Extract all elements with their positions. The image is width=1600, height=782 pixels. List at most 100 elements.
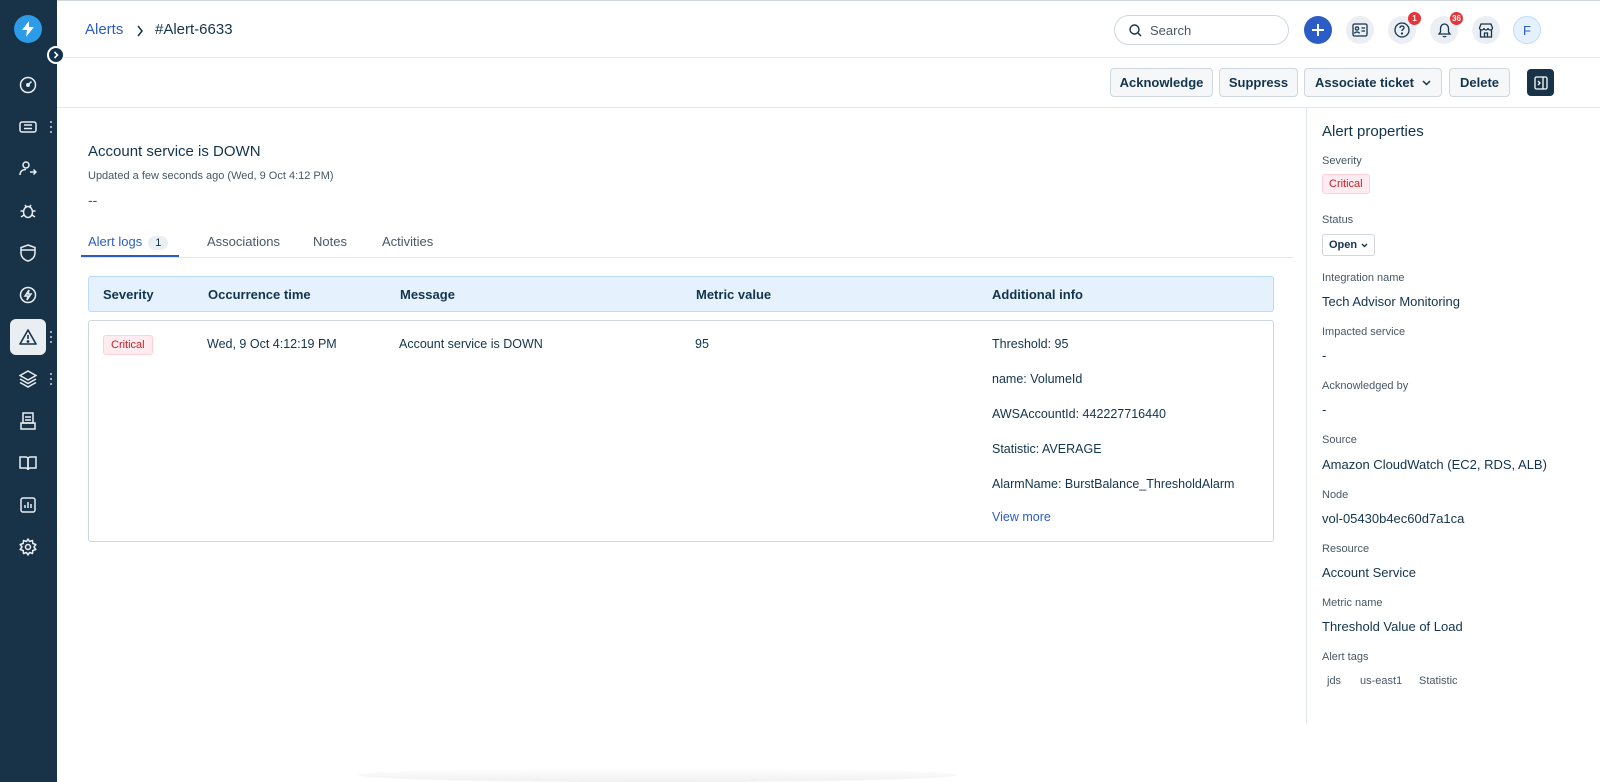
alert-description: -- [88,192,98,208]
metric-name-value: Threshold Value of Load [1322,619,1463,634]
tab-associations[interactable]: Associations [207,234,280,249]
search-placeholder: Search [1150,22,1192,38]
bottom-shadow [357,768,957,782]
column-header-occurrence-time: Occurrence time [208,287,311,302]
active-tab-indicator [81,255,179,257]
help-button[interactable]: 1 [1388,12,1421,44]
sidebar [0,0,57,782]
layers-icon[interactable] [10,361,46,397]
impacted-service-label: Impacted service [1322,326,1406,338]
notifications-button[interactable]: 36 [1430,12,1463,44]
column-header-message: Message [400,287,455,302]
alerts-more-icon[interactable] [49,331,53,343]
app-logo-icon[interactable] [14,15,42,43]
status-select[interactable]: Open [1322,234,1376,256]
column-header-metric-value: Metric value [696,287,772,302]
alert-updated-time: Updated a few seconds ago (Wed, 9 Oct 4:… [88,170,334,182]
severity-badge: Critical [103,335,153,355]
toggle-properties-panel-button[interactable] [1527,69,1554,96]
add-new-button[interactable] [1304,16,1332,44]
alert-tabs: Alert logs 1 Associations Notes Activitie… [81,228,1293,258]
action-toolbar: Acknowledge Suppress Associate ticket De… [57,58,1600,108]
tab-alert-logs-label: Alert logs [88,234,143,249]
integration-name-value: Tech Advisor Monitoring [1322,294,1461,309]
shield-icon[interactable] [10,235,46,271]
info-alarm-name: AlarmName: BurstBalance_ThresholdAlarm [992,477,1235,491]
marketplace-button[interactable] [1472,16,1500,44]
breadcrumb-current: #Alert-6633 [155,21,233,38]
alert-tags-label: Alert tags [1322,651,1369,663]
breadcrumb-chevron-icon [136,24,144,41]
message-cell: Account service is DOWN [399,337,543,351]
tab-alert-logs[interactable]: Alert logs 1 [88,234,169,250]
tab-activities[interactable]: Activities [382,234,433,249]
info-aws-account-id: AWSAccountId: 442227716440 [992,407,1166,421]
settings-gear-icon[interactable] [10,529,46,565]
delete-button[interactable]: Delete [1449,68,1510,97]
contact-card-icon [1352,23,1368,37]
alert-title: Account service is DOWN [88,143,261,160]
column-header-severity: Severity [103,287,154,302]
notifications-badge: 36 [1450,12,1463,25]
info-threshold: Threshold: 95 [992,337,1069,351]
tab-alert-logs-count: 1 [148,236,169,250]
lightning-icon[interactable] [10,277,46,313]
bell-icon [1437,23,1451,38]
acknowledged-by-label: Acknowledged by [1322,380,1409,392]
source-value: Amazon CloudWatch (EC2, RDS, ALB) [1322,457,1547,472]
panel-toggle-icon [1533,75,1548,90]
column-header-additional-info: Additional info [992,287,1083,302]
alert-tag: jds [1327,675,1342,687]
tickets-icon[interactable] [10,109,46,145]
alert-properties-panel: Alert properties Severity Critical Statu… [1306,108,1600,724]
view-more-link[interactable]: View more [992,510,1051,524]
inbox-icon[interactable] [10,403,46,439]
help-icon [1394,22,1410,38]
occurrence-time-cell: Wed, 9 Oct 4:12:19 PM [207,337,337,351]
status-value: Open [1329,239,1358,251]
contact-card-button[interactable] [1346,16,1374,44]
status-label: Status [1322,214,1354,226]
tab-notes[interactable]: Notes [313,234,347,249]
severity-value-badge: Critical [1322,174,1370,194]
node-label: Node [1322,489,1349,501]
info-name: name: VolumeId [992,372,1083,386]
associate-ticket-dropdown[interactable]: Associate ticket [1304,68,1442,97]
source-label: Source [1322,434,1357,446]
search-icon [1129,23,1142,36]
info-statistic: Statistic: AVERAGE [992,442,1102,456]
associate-ticket-label: Associate ticket [1315,75,1414,90]
integration-name-label: Integration name [1322,272,1405,284]
dashboard-icon[interactable] [10,67,46,103]
alert-tag: us-east1 [1360,675,1403,687]
user-avatar[interactable]: F [1513,16,1541,44]
plus-icon [1312,24,1324,36]
acknowledge-button[interactable]: Acknowledge [1110,68,1213,97]
alert-logs-table-header: Severity Occurrence time Message Metric … [88,276,1274,312]
store-icon [1478,22,1494,38]
tickets-more-icon[interactable] [49,121,53,133]
book-icon[interactable] [10,445,46,481]
metric-name-label: Metric name [1322,597,1383,609]
chevron-down-icon [1361,243,1368,247]
bug-icon[interactable] [10,193,46,229]
acknowledged-by-value: - [1322,402,1327,417]
resource-value: Account Service [1322,565,1416,580]
layers-more-icon[interactable] [49,373,53,385]
resource-label: Resource [1322,543,1370,555]
alerts-icon[interactable] [10,319,46,355]
suppress-button[interactable]: Suppress [1219,68,1298,97]
alert-tag: Statistic [1419,675,1458,687]
chevron-down-icon [1422,79,1431,86]
sidebar-expand-chevron-icon[interactable] [47,46,65,64]
table-row: Critical Wed, 9 Oct 4:12:19 PM Account s… [88,320,1274,542]
properties-title: Alert properties [1322,123,1424,140]
severity-label: Severity [1322,155,1362,167]
search-input[interactable]: Search [1114,15,1289,45]
help-badge: 1 [1408,12,1421,25]
analytics-icon[interactable] [10,487,46,523]
contacts-icon[interactable] [10,151,46,187]
metric-value-cell: 95 [695,337,709,351]
breadcrumb-alerts-link[interactable]: Alerts [85,21,123,38]
top-header: Alerts #Alert-6633 Search 1 36 F [57,0,1600,58]
